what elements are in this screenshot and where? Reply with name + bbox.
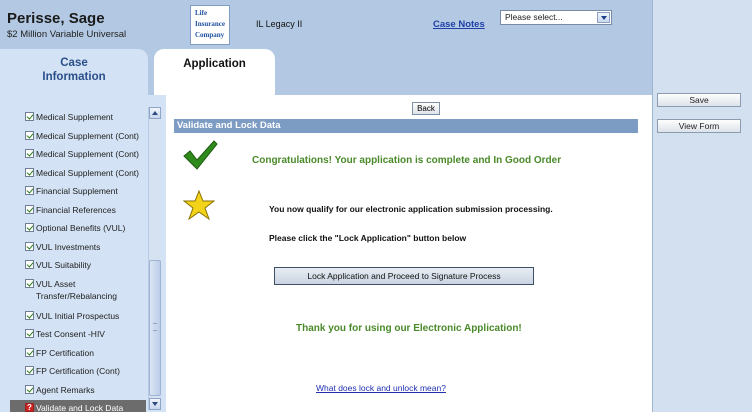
- instruction-text: Please click the "Lock Application" butt…: [269, 233, 467, 243]
- tab-application[interactable]: Application: [154, 49, 275, 95]
- client-subtitle: $2 Million Variable Universal: [7, 29, 127, 40]
- checkbox-checked-icon: [25, 260, 34, 269]
- checkbox-checked-icon: [25, 167, 34, 177]
- sidebar-item-label: Financial Supplement: [36, 186, 118, 196]
- sidebar-item-label: Agent Remarks: [36, 384, 95, 395]
- sidebar-item-label: Medical Supplement: [36, 112, 114, 122]
- sidebar-item-label: VUL Asset Transfer/Rebalancing: [36, 278, 117, 301]
- case-notes-link[interactable]: Case Notes: [433, 19, 485, 30]
- checkbox-checked-icon: [25, 384, 34, 394]
- sidebar-item[interactable]: VUL Suitability: [24, 257, 146, 276]
- sidebar-item-label: Validate and Lock Data: [36, 403, 124, 412]
- product-name: IL Legacy II: [256, 19, 303, 29]
- sidebar-item[interactable]: Medical Supplement: [24, 109, 146, 128]
- sidebar-item[interactable]: VUL Investments: [24, 239, 146, 258]
- question-mark-icon: [25, 402, 34, 412]
- checkbox-checked-icon: [25, 241, 34, 251]
- logo-line-3: Company: [195, 31, 225, 39]
- sidebar-item-label: Financial References: [36, 204, 116, 215]
- checkbox-checked-icon: [25, 347, 34, 357]
- header-bar: Perisse, Sage $2 Million Variable Univer…: [0, 0, 652, 49]
- sidebar-item-label: VUL Initial Prospectus: [36, 310, 120, 321]
- logo-line-2: Insurance: [195, 20, 225, 28]
- tab-case-information[interactable]: Case Information: [0, 49, 148, 95]
- sidebar-item[interactable]: Financial Supplement: [24, 183, 146, 202]
- tab-case-information-label: Case Information: [42, 57, 106, 83]
- checkbox-checked-icon: [25, 186, 34, 195]
- section-title: Validate and Lock Data: [174, 119, 638, 133]
- checkbox-checked-icon: [25, 329, 34, 338]
- sidebar-item-label: Medical Supplement (Cont): [36, 167, 139, 178]
- checkbox-checked-icon: [25, 278, 34, 288]
- back-button[interactable]: Back: [412, 102, 440, 115]
- sidebar-item-label: FP Certification (Cont): [36, 366, 120, 376]
- sidebar-item[interactable]: VUL Asset Transfer/Rebalancing: [24, 276, 146, 308]
- right-action-panel: Save View Form: [652, 0, 752, 412]
- lock-application-button[interactable]: Lock Application and Proceed to Signatur…: [274, 267, 534, 285]
- action-select-value: Please select...: [505, 12, 563, 22]
- sidebar-item[interactable]: FP Certification: [24, 345, 146, 364]
- view-form-button[interactable]: View Form: [657, 119, 741, 133]
- client-name: Perisse, Sage: [7, 10, 105, 27]
- save-button[interactable]: Save: [657, 93, 741, 107]
- sidebar-item-label: VUL Investments: [36, 241, 101, 252]
- checkbox-checked-icon: [25, 130, 34, 140]
- checkbox-checked-icon: [25, 112, 34, 121]
- sidebar-item[interactable]: Optional Benefits (VUL): [24, 220, 146, 239]
- main-content: Back Validate and Lock Data Congratulati…: [166, 95, 652, 412]
- sidebar-item[interactable]: Medical Supplement (Cont): [24, 146, 146, 165]
- sidebar-item[interactable]: Medical Supplement (Cont): [24, 165, 146, 184]
- lock-unlock-help-link[interactable]: What does lock and unlock mean?: [316, 383, 446, 393]
- sidebar-item[interactable]: FP Certification (Cont): [24, 363, 146, 382]
- checkbox-checked-icon: [25, 204, 34, 214]
- company-logo: Life Insurance Company: [190, 5, 230, 45]
- checkbox-checked-icon: [25, 310, 34, 320]
- chevron-up-icon[interactable]: [149, 107, 161, 119]
- sidebar-item[interactable]: Validate and Lock Data: [10, 400, 146, 412]
- sidebar-item[interactable]: Agent Remarks: [24, 382, 146, 401]
- action-select[interactable]: Please select...: [500, 10, 612, 25]
- checkbox-checked-icon: [25, 223, 34, 232]
- sidebar-item-label: Medical Supplement (Cont): [36, 130, 139, 141]
- sidebar-item[interactable]: VUL Initial Prospectus: [24, 308, 146, 327]
- logo-line-1: Life: [195, 9, 208, 17]
- sidebar-section-list: Medical Supplement Medical Supplement (Co…: [10, 109, 146, 412]
- tab-application-label: Application: [183, 58, 246, 70]
- tab-bar: Case Information Application: [0, 49, 652, 95]
- check-mark-icon: [183, 140, 218, 170]
- sidebar-item-label: Test Consent -HIV: [36, 329, 105, 339]
- checkbox-checked-icon: [25, 366, 34, 375]
- scrollbar-thumb[interactable]: [149, 260, 161, 396]
- qualify-message: You now qualify for our electronic appli…: [269, 204, 553, 214]
- sidebar-item-label: FP Certification: [36, 347, 94, 358]
- sidebar-item[interactable]: Test Consent -HIV: [24, 326, 146, 345]
- thank-you-message: Thank you for using our Electronic Appli…: [296, 323, 522, 334]
- chevron-down-icon[interactable]: [149, 398, 161, 410]
- sidebar-item-label: Optional Benefits (VUL): [36, 223, 126, 233]
- sidebar: Medical Supplement Medical Supplement (Co…: [0, 95, 166, 412]
- sidebar-item[interactable]: Medical Supplement (Cont): [24, 128, 146, 147]
- sidebar-item[interactable]: Financial References: [24, 202, 146, 221]
- sidebar-item-label: VUL Suitability: [36, 260, 91, 270]
- star-icon: [183, 190, 215, 220]
- sidebar-scrollbar[interactable]: [148, 107, 161, 410]
- checkbox-checked-icon: [25, 149, 34, 158]
- congratulations-message: Congratulations! Your application is com…: [252, 155, 562, 166]
- chevron-down-icon[interactable]: [597, 12, 610, 23]
- sidebar-item-label: Medical Supplement (Cont): [36, 149, 139, 159]
